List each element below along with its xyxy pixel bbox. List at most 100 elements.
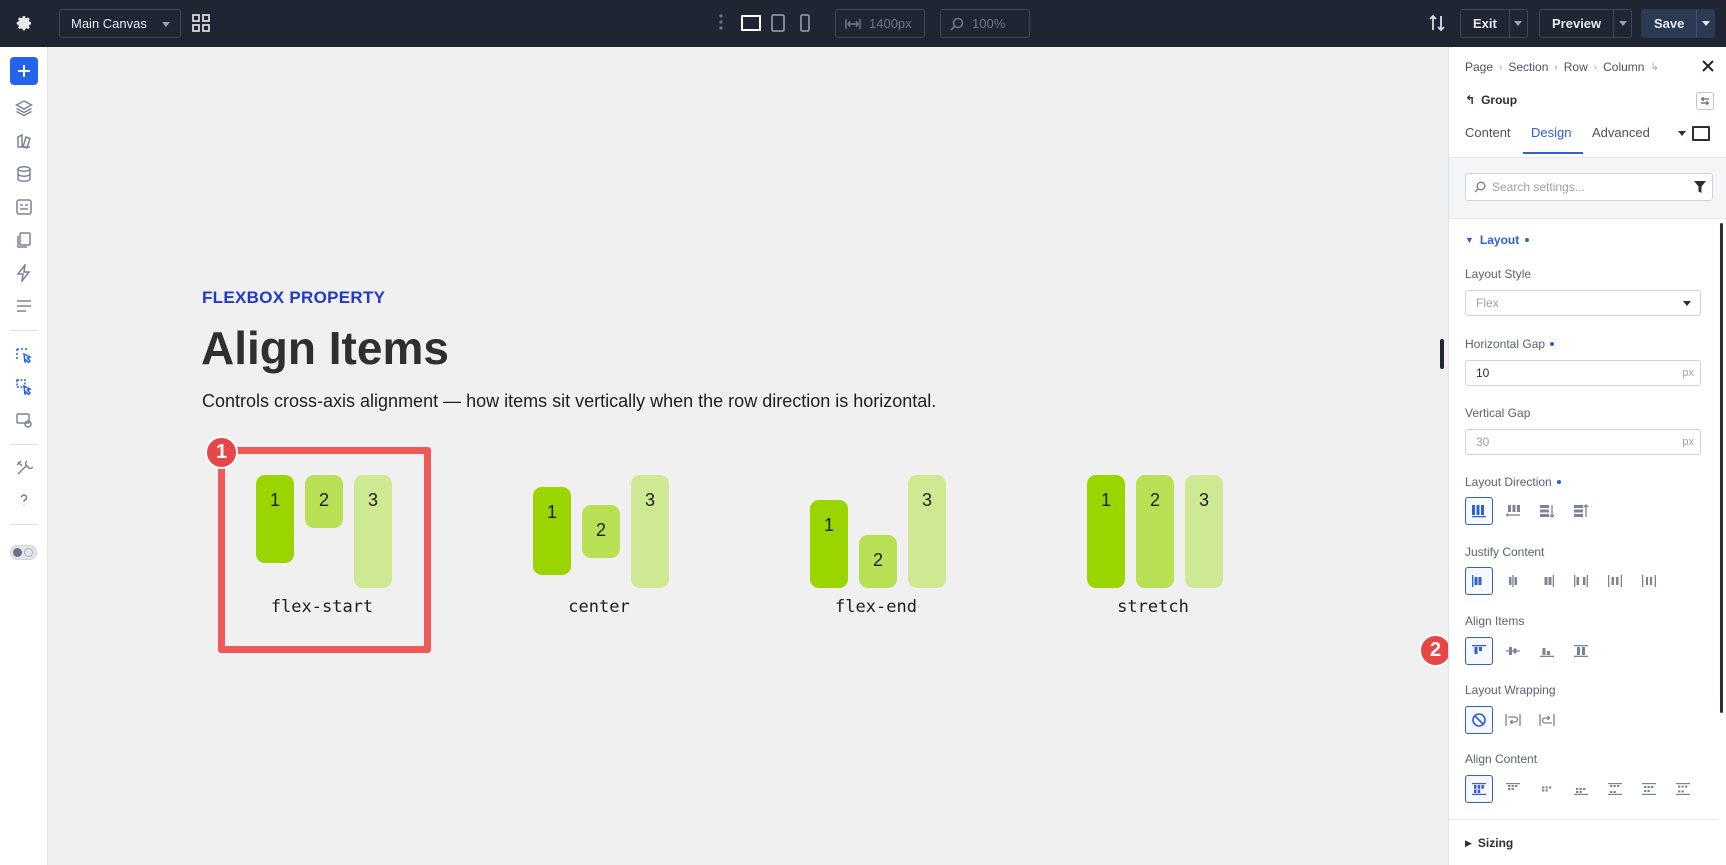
flex-item-2[interactable]: 2	[1136, 475, 1174, 588]
preview-button[interactable]: Preview	[1539, 9, 1633, 38]
vertical-gap-input[interactable]	[1476, 435, 1666, 449]
element-options-icon[interactable]	[1696, 92, 1714, 110]
phone-view-icon[interactable]	[798, 13, 820, 33]
justify-space-between-icon[interactable]	[1567, 567, 1595, 595]
canvas-width-field[interactable]: 1400px	[835, 9, 925, 38]
preview-dropdown-toggle[interactable]	[1613, 10, 1631, 37]
exit-dropdown-toggle[interactable]	[1508, 10, 1527, 37]
demo-center[interactable]: 1 2 3 center	[519, 475, 679, 625]
align-content-options	[1465, 775, 1697, 803]
view-mode-icon[interactable]	[1692, 126, 1710, 141]
canvas-width-value: 1400px	[869, 16, 912, 31]
flex-item-2[interactable]: 2	[859, 535, 897, 588]
chevron-down-icon	[1514, 21, 1523, 26]
sliders-icon[interactable]	[14, 296, 34, 316]
lightning-icon[interactable]	[14, 263, 34, 283]
settings-search[interactable]	[1465, 173, 1713, 201]
demo-flex-end[interactable]: 1 2 3 flex-end	[796, 475, 956, 625]
flex-item-3[interactable]: 3	[631, 475, 669, 588]
desktop-view-icon[interactable]	[740, 13, 762, 33]
breadcrumb-row[interactable]: Row	[1564, 60, 1588, 74]
exit-button[interactable]: Exit	[1460, 9, 1528, 38]
tab-content[interactable]: Content	[1465, 125, 1511, 140]
breadcrumb-column[interactable]: Column	[1603, 60, 1644, 74]
gear-icon[interactable]	[12, 11, 36, 35]
demo-caption: flex-end	[835, 597, 917, 617]
zoom-field[interactable]: 100%	[940, 9, 1030, 38]
tab-design[interactable]: Design	[1531, 125, 1571, 140]
layout-section-toggle[interactable]: ▼ Layout	[1465, 233, 1530, 247]
grid-icon[interactable]	[191, 13, 211, 33]
modified-dot	[1525, 238, 1530, 242]
breadcrumb-section[interactable]: Section	[1508, 60, 1548, 74]
panel-resize-handle[interactable]	[1440, 339, 1444, 369]
filter-icon[interactable]	[1694, 180, 1706, 199]
justify-space-around-icon[interactable]	[1601, 567, 1629, 595]
justify-start-icon[interactable]	[1465, 567, 1493, 595]
align-content-start-icon[interactable]	[1499, 775, 1527, 803]
align-content-center-icon[interactable]	[1533, 775, 1561, 803]
modified-dot	[1556, 480, 1561, 484]
flex-item-2[interactable]: 2	[582, 505, 620, 558]
tabs-dropdown-icon[interactable]	[1678, 131, 1686, 136]
more-vertical-icon[interactable]	[718, 13, 724, 36]
tablet-view-icon[interactable]	[770, 13, 792, 33]
align-content-space-between-icon[interactable]	[1601, 775, 1629, 803]
tools-icon[interactable]	[14, 458, 34, 478]
align-content-end-icon[interactable]	[1567, 775, 1595, 803]
vertical-gap-field[interactable]: px	[1465, 429, 1701, 455]
flex-item-1[interactable]: 1	[810, 500, 848, 588]
help-icon[interactable]	[14, 490, 34, 510]
theme-toggle[interactable]	[10, 545, 37, 560]
align-end-icon[interactable]	[1533, 637, 1561, 665]
responsive-settings-icon[interactable]	[14, 410, 34, 430]
horizontal-gap-input[interactable]	[1476, 366, 1666, 380]
template-icon[interactable]	[14, 197, 34, 217]
wrap-reverse-icon[interactable]	[1533, 706, 1561, 734]
align-content-space-evenly-icon[interactable]	[1669, 775, 1697, 803]
flex-item-3[interactable]: 3	[1185, 475, 1223, 588]
demo-stretch[interactable]: 1 2 3 stretch	[1073, 475, 1233, 625]
flex-item-1[interactable]: 1	[533, 487, 571, 575]
canvas-select[interactable]: Main Canvas	[59, 9, 181, 38]
justify-end-icon[interactable]	[1533, 567, 1561, 595]
chevron-down-icon	[1683, 301, 1691, 306]
unit-label[interactable]: px	[1682, 436, 1694, 448]
breadcrumb-page[interactable]: Page	[1465, 60, 1493, 74]
design-library-icon[interactable]	[14, 131, 34, 151]
direction-row-icon[interactable]	[1465, 497, 1493, 525]
select-element-icon[interactable]	[14, 345, 34, 365]
layers-icon[interactable]	[14, 98, 34, 118]
unit-label[interactable]: px	[1682, 367, 1694, 379]
layout-style-select[interactable]: Flex	[1465, 290, 1701, 316]
database-icon[interactable]	[14, 164, 34, 184]
tab-advanced[interactable]: Advanced	[1592, 125, 1650, 140]
add-element-button[interactable]	[10, 57, 38, 85]
close-icon[interactable]	[1700, 58, 1716, 74]
horizontal-gap-field[interactable]: px	[1465, 360, 1701, 386]
pages-icon[interactable]	[14, 230, 34, 250]
align-stretch-icon[interactable]	[1567, 637, 1595, 665]
align-content-stretch-icon[interactable]	[1465, 775, 1493, 803]
justify-center-icon[interactable]	[1499, 567, 1527, 595]
save-dropdown-toggle[interactable]	[1696, 10, 1714, 37]
undo-arrow-icon[interactable]: ↰	[1465, 93, 1475, 107]
direction-column-reverse-icon[interactable]	[1567, 497, 1595, 525]
save-button[interactable]: Save	[1641, 9, 1716, 38]
sort-arrows-icon[interactable]	[1428, 13, 1446, 38]
multi-select-icon[interactable]	[14, 377, 34, 397]
wrap-icon[interactable]	[1499, 706, 1527, 734]
direction-row-reverse-icon[interactable]	[1499, 497, 1527, 525]
flex-item-1[interactable]: 1	[1087, 475, 1125, 588]
panel-scrollbar[interactable]	[1720, 223, 1723, 713]
layout-section-label: Layout	[1479, 233, 1520, 247]
no-wrap-icon[interactable]	[1465, 706, 1493, 734]
justify-space-evenly-icon[interactable]	[1635, 567, 1663, 595]
sizing-section-toggle[interactable]: ▶ Sizing	[1465, 836, 1513, 850]
align-start-icon[interactable]	[1465, 637, 1493, 665]
align-center-icon[interactable]	[1499, 637, 1527, 665]
align-content-space-around-icon[interactable]	[1635, 775, 1663, 803]
direction-column-icon[interactable]	[1533, 497, 1561, 525]
flex-item-3[interactable]: 3	[908, 475, 946, 588]
search-input[interactable]	[1492, 180, 1682, 194]
